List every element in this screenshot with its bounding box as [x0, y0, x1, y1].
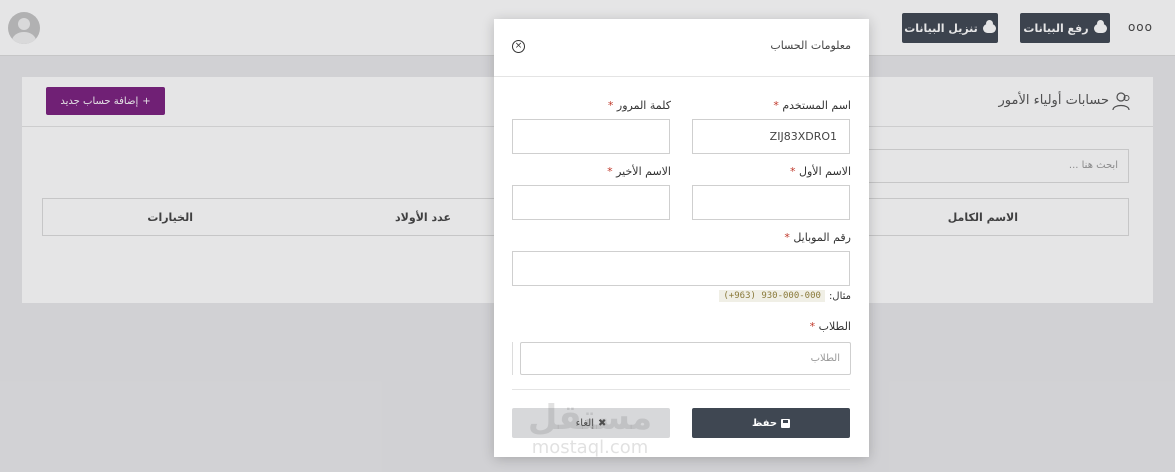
first-name-label: الاسم الأول * [790, 165, 851, 178]
save-button[interactable]: حفظ [692, 408, 850, 438]
required-mark: * [809, 320, 816, 333]
required-mark: * [790, 165, 796, 178]
students-label-text: الطلاب [818, 320, 851, 333]
username-field[interactable]: ZIJ83XDRO1 [692, 119, 850, 154]
required-mark: * [773, 99, 779, 112]
close-icon[interactable]: × [512, 40, 525, 53]
required-mark: * [607, 99, 614, 112]
first-name-field[interactable] [692, 185, 850, 220]
example-label: مثال: [828, 290, 851, 302]
username-label: اسم المستخدم * [773, 99, 851, 112]
required-mark: * [607, 165, 613, 178]
username-label-text: اسم المستخدم [782, 99, 851, 112]
modal-title: معلومات الحساب [770, 39, 851, 52]
password-field[interactable] [512, 119, 670, 154]
students-label: الطلاب * [810, 320, 851, 333]
mobile-example-hint: مثال: (+963) 930-000-000 [719, 290, 851, 302]
password-label: كلمة المرور * [608, 99, 671, 112]
first-name-label-text: الاسم الأول [799, 165, 851, 178]
mobile-field[interactable] [512, 251, 850, 286]
cancel-label: إلغاء [575, 417, 595, 429]
cancel-icon: ✖ [598, 417, 607, 429]
footer-divider [512, 389, 850, 390]
last-name-field[interactable] [512, 185, 670, 220]
modal-header: معلومات الحساب × [494, 19, 869, 77]
password-label-text: كلمة المرور [616, 99, 671, 112]
mobile-label-text: رقم الموبايل [793, 231, 851, 244]
students-select-wrapper: الطلاب [512, 342, 851, 375]
example-value: (+963) 930-000-000 [719, 290, 825, 302]
students-select[interactable]: الطلاب [520, 342, 851, 375]
last-name-label-text: الاسم الأخير [616, 165, 671, 178]
required-mark: * [784, 231, 790, 244]
mobile-label: رقم الموبايل * [784, 231, 851, 244]
cancel-button[interactable]: ✖ إلغاء [512, 408, 670, 438]
last-name-label: الاسم الأخير * [607, 165, 671, 178]
save-label: حفظ [751, 417, 778, 429]
account-info-modal: معلومات الحساب × اسم المستخدم * ZIJ83XDR… [494, 19, 869, 457]
save-icon [781, 418, 791, 428]
